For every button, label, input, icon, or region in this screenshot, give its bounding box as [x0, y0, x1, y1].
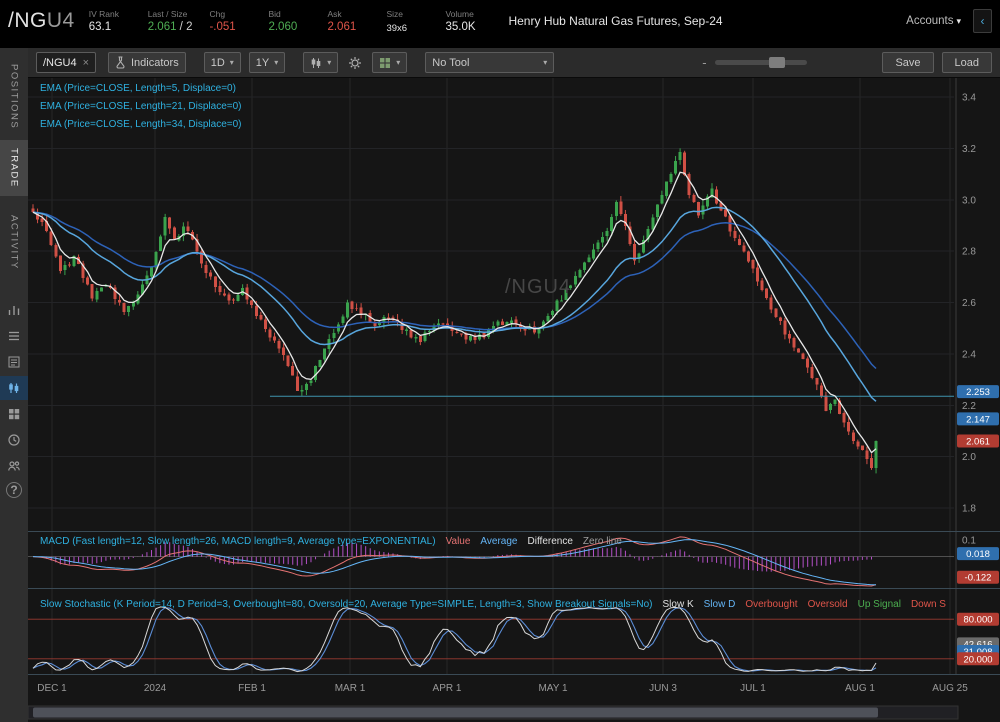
indicators-button[interactable]: Indicators	[108, 52, 186, 73]
chevron-down-icon: ▾	[274, 58, 279, 67]
chart-gadget-icon[interactable]	[0, 376, 28, 400]
quote-field-volume: Volume 35.0K	[445, 9, 476, 33]
users-icon[interactable]	[0, 454, 28, 478]
svg-text:FEB 1: FEB 1	[238, 683, 266, 694]
accounts-dropdown[interactable]: Accounts ▾	[906, 15, 961, 27]
quote-field-last-size: Last / Size 2.061 / 2	[147, 9, 193, 33]
chevron-down-icon: ▾	[396, 58, 401, 67]
quote-field-ask: Ask 2.061	[327, 9, 357, 33]
chevron-down-icon: ▾	[327, 58, 332, 67]
sidebar-tab-activity[interactable]: ACTIVITY	[0, 204, 28, 280]
main-row: POSITIONS TRADE ACTIVITY ? /NGU4 × Indic…	[0, 48, 1000, 722]
svg-text:JUN 3: JUN 3	[649, 683, 677, 694]
gear-icon	[349, 56, 362, 69]
list-gadget-icon[interactable]	[0, 324, 28, 348]
trading-app: /NGU4 IV Rank 63.1 Last / Size 2.061 / 2…	[0, 0, 1000, 722]
orders-gadget-icon[interactable]	[0, 350, 28, 374]
svg-text:2.0: 2.0	[962, 452, 976, 463]
zoom-out-button[interactable]: -	[702, 55, 706, 70]
svg-text:0.1: 0.1	[962, 535, 976, 546]
quote-field-size: Size 39x6	[386, 8, 408, 34]
chevron-down-icon: ▾	[229, 58, 234, 67]
zoom-slider-thumb[interactable]	[768, 57, 785, 68]
grid-gadget-icon[interactable]	[0, 402, 28, 426]
svg-text:AUG 1: AUG 1	[845, 683, 875, 694]
sidebar-tab-trade[interactable]: TRADE	[0, 140, 28, 196]
quote-field-chg: Chg -.051	[209, 9, 236, 33]
grid-layout-icon	[380, 57, 391, 68]
watchlist-gadget-icon[interactable]	[0, 298, 28, 322]
clear-symbol-icon[interactable]: ×	[83, 57, 89, 69]
help-icon[interactable]: ?	[0, 478, 28, 502]
svg-text:2.4: 2.4	[962, 349, 976, 360]
chevron-left-icon: ‹	[980, 14, 985, 28]
svg-text:0.018: 0.018	[966, 549, 990, 560]
layout-grid-dropdown[interactable]: ▾	[372, 52, 408, 73]
svg-text:DEC 1: DEC 1	[37, 683, 67, 694]
left-sidebar: POSITIONS TRADE ACTIVITY ?	[0, 48, 28, 722]
svg-text:MAY 1: MAY 1	[538, 683, 568, 694]
svg-text:80.000: 80.000	[963, 615, 992, 626]
svg-text:-0.122: -0.122	[965, 573, 992, 584]
svg-text:2.8: 2.8	[962, 247, 976, 258]
save-button[interactable]: Save	[882, 52, 934, 73]
svg-text:3.4: 3.4	[962, 93, 976, 104]
quote-field-bid: Bid 2.060	[268, 9, 298, 33]
zoom-slider[interactable]	[714, 57, 807, 68]
symbol-input[interactable]: /NGU4 ×	[36, 52, 96, 73]
svg-text:3.2: 3.2	[962, 144, 976, 155]
chevron-down-icon: ▾	[956, 16, 961, 26]
svg-text:20.000: 20.000	[963, 654, 992, 665]
svg-text:APR 1: APR 1	[433, 683, 462, 694]
svg-text:JUL 1: JUL 1	[740, 683, 766, 694]
load-button[interactable]: Load	[941, 52, 992, 73]
svg-text:1.8: 1.8	[962, 504, 976, 515]
svg-text:MAR 1: MAR 1	[335, 683, 366, 694]
sidebar-tab-positions[interactable]: POSITIONS	[0, 58, 28, 136]
chart-toolbar: /NGU4 × Indicators 1D ▾ 1Y ▾ ▾ ▾ No Tool…	[28, 48, 1000, 78]
chart-panel: /NGU4 × Indicators 1D ▾ 1Y ▾ ▾ ▾ No Tool…	[28, 48, 1000, 722]
svg-text:2.6: 2.6	[962, 298, 976, 309]
chart-settings-button[interactable]	[346, 53, 364, 72]
range-dropdown[interactable]: 1Y ▾	[248, 52, 286, 73]
svg-text:3.0: 3.0	[962, 195, 976, 206]
chevron-down-icon: ▾	[543, 58, 548, 67]
svg-text:2.2: 2.2	[962, 401, 976, 412]
collapse-panel-button[interactable]: ‹	[973, 9, 992, 33]
chart-canvas[interactable]: 3.4 3.2 3.0 2.8 2.6 2.4 2.2 2.0 1.8 2.253 2.147 2.0…	[28, 78, 1000, 722]
svg-text:2024: 2024	[144, 683, 167, 694]
clock-icon[interactable]	[0, 428, 28, 452]
interval-dropdown[interactable]: 1D ▾	[203, 52, 241, 73]
svg-text:2.147: 2.147	[966, 414, 990, 425]
symbol-title: /NGU4	[8, 9, 75, 32]
quote-field-iv-rank: IV Rank 63.1	[88, 9, 119, 33]
svg-text:AUG 25: AUG 25	[932, 683, 968, 694]
chart-area: 3.4 3.2 3.0 2.8 2.6 2.4 2.2 2.0 1.8 2.253 2.147 2.0…	[28, 78, 1000, 722]
drawing-tool-dropdown[interactable]: No Tool ▾	[425, 52, 555, 73]
contract-title: Henry Hub Natural Gas Futures, Sep-24	[508, 14, 723, 28]
svg-text:2.253: 2.253	[966, 387, 990, 398]
candlestick-icon	[311, 57, 321, 68]
quote-header: /NGU4 IV Rank 63.1 Last / Size 2.061 / 2…	[0, 0, 1000, 42]
flask-icon	[116, 56, 125, 69]
svg-text:2.061: 2.061	[966, 436, 990, 447]
chart-type-dropdown[interactable]: ▾	[303, 52, 339, 73]
